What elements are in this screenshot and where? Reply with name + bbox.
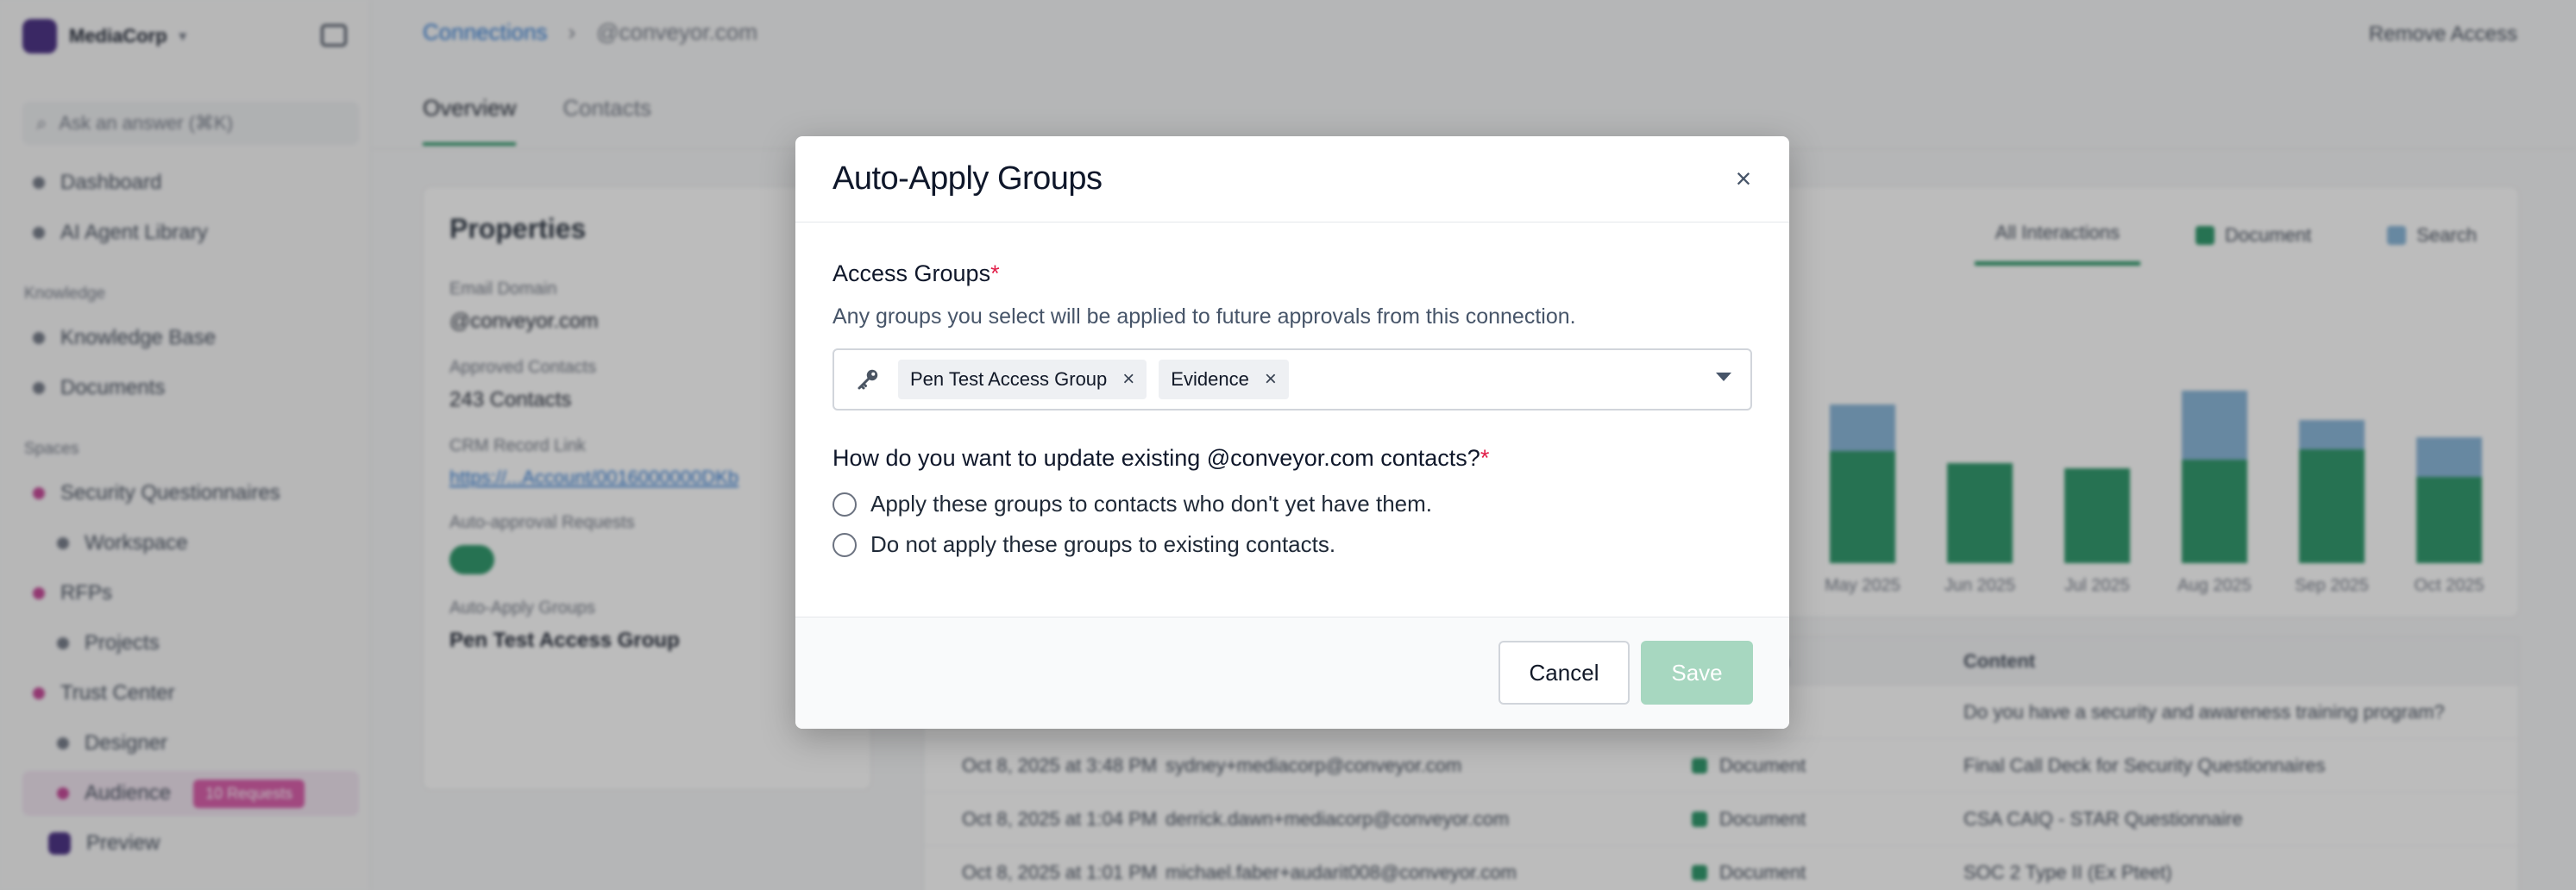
dialog-body: Access Groups* Any groups you select wil… bbox=[795, 222, 1789, 558]
chevron-down-icon[interactable] bbox=[1716, 373, 1731, 381]
radio-option-label: Apply these groups to contacts who don't… bbox=[870, 491, 1433, 517]
dialog-title: Auto-Apply Groups bbox=[832, 160, 1103, 197]
update-contacts-question-text: How do you want to update existing @conv… bbox=[832, 445, 1480, 471]
save-button[interactable]: Save bbox=[1641, 641, 1753, 705]
radio-option-apply[interactable]: Apply these groups to contacts who don't… bbox=[832, 491, 1752, 517]
access-groups-select[interactable]: Pen Test Access Group × Evidence × bbox=[832, 348, 1752, 411]
required-marker: * bbox=[990, 260, 1000, 286]
update-contacts-question: How do you want to update existing @conv… bbox=[832, 445, 1752, 472]
access-groups-help: Any groups you select will be applied to… bbox=[832, 304, 1576, 329]
access-groups-label-text: Access Groups bbox=[832, 260, 991, 286]
key-icon bbox=[858, 369, 878, 390]
radio-option-do-not-apply[interactable]: Do not apply these groups to existing co… bbox=[832, 531, 1752, 558]
radio-button[interactable] bbox=[832, 492, 857, 517]
chip-label: Evidence bbox=[1171, 368, 1249, 390]
cancel-button[interactable]: Cancel bbox=[1498, 641, 1630, 705]
remove-chip-icon[interactable]: × bbox=[1265, 367, 1277, 392]
access-groups-label: Access Groups* bbox=[832, 260, 1752, 287]
auto-apply-groups-dialog: Auto-Apply Groups × Access Groups* Any g… bbox=[795, 136, 1789, 729]
dialog-header: Auto-Apply Groups bbox=[795, 136, 1789, 222]
radio-button[interactable] bbox=[832, 532, 857, 557]
group-chip: Pen Test Access Group × bbox=[898, 360, 1147, 399]
close-icon[interactable]: × bbox=[1729, 164, 1758, 193]
radio-option-label: Do not apply these groups to existing co… bbox=[870, 531, 1336, 557]
group-chip: Evidence × bbox=[1159, 360, 1289, 399]
remove-chip-icon[interactable]: × bbox=[1122, 367, 1134, 392]
dialog-footer: Cancel Save bbox=[795, 617, 1789, 729]
chip-label: Pen Test Access Group bbox=[910, 368, 1108, 390]
required-marker: * bbox=[1480, 445, 1490, 471]
